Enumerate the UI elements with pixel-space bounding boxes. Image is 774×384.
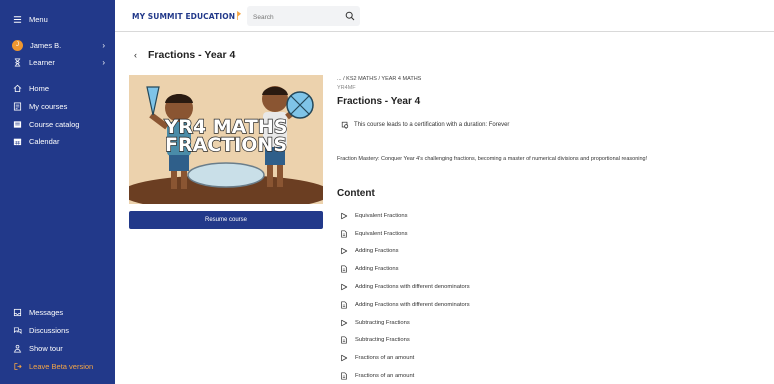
content-item-label: Equivalent Fractions [355, 230, 408, 237]
sidebar-item-label: Leave Beta version [29, 361, 94, 371]
breadcrumb[interactable]: ... / KS2 MATHS / YEAR 4 MATHS [337, 76, 421, 82]
play-icon [340, 354, 348, 362]
search-input[interactable] [247, 7, 337, 28]
content-item-label: Subtracting Fractions [355, 337, 410, 344]
hourglass-icon [12, 57, 22, 67]
sidebar-item-calendar[interactable]: Calendar [0, 133, 115, 149]
content-item-document[interactable]: Subtracting Fractions [340, 332, 540, 350]
certificate-icon [341, 121, 349, 129]
certification-note: This course leads to a certification wit… [341, 121, 509, 129]
sidebar-item-course-catalog[interactable]: Course catalog [0, 116, 115, 132]
leave-beta-icon [12, 361, 22, 371]
content-item-label: Subtracting Fractions [355, 319, 410, 326]
list-icon [12, 101, 22, 111]
role-switcher[interactable]: Learner › [0, 54, 115, 70]
content-item-label: Adding Fractions [355, 248, 399, 255]
sidebar-item-label: My courses [29, 101, 68, 111]
content-heading: Content [337, 188, 375, 199]
message-icon [12, 307, 22, 317]
content-item-label: Adding Fractions with different denomina… [355, 284, 470, 291]
document-icon [340, 336, 348, 345]
chevron-right-icon: › [102, 57, 105, 67]
topbar: MY SUMMIT EDUCATION [115, 0, 774, 32]
play-icon [340, 212, 348, 220]
content-item-label: Fractions of an amount [355, 355, 415, 362]
document-icon [340, 372, 348, 380]
sidebar: Menu J James B. › Learner › Home My cour… [0, 0, 115, 384]
logo[interactable]: MY SUMMIT EDUCATION [132, 11, 242, 21]
sidebar-item-label: Show tour [29, 343, 63, 353]
content-item-label: Adding Fractions [355, 266, 399, 273]
hero-title-line2: FRACTIONS [165, 134, 287, 156]
content-item-label: Fractions of an amount [355, 373, 415, 380]
document-icon [340, 265, 348, 273]
leave-beta-button[interactable]: Leave Beta version [0, 358, 115, 374]
content-item-document[interactable]: Fractions of an amount [340, 367, 540, 384]
content-item-label: Adding Fractions with different denomina… [355, 301, 470, 308]
content-item-document[interactable]: Adding Fractions with different denomina… [340, 296, 540, 314]
course-title: Fractions - Year 4 [337, 96, 421, 107]
content-item-video[interactable]: Adding Fractions [340, 243, 540, 261]
play-icon [340, 247, 348, 255]
course-description: Fraction Mastery: Conquer Year 4's chall… [337, 156, 648, 162]
content-item-video[interactable]: Fractions of an amount [340, 349, 540, 367]
sidebar-item-label: Course catalog [29, 119, 80, 129]
sidebar-item-discussions[interactable]: Discussions [0, 322, 115, 338]
calendar-icon [12, 136, 22, 146]
sidebar-item-label: Calendar [29, 136, 60, 146]
chevron-right-icon: › [102, 40, 105, 50]
play-icon [340, 319, 348, 327]
logo-text: MY SUMMIT EDUCATION [132, 12, 236, 21]
sidebar-item-show-tour[interactable]: Show tour [0, 340, 115, 356]
menu-toggle[interactable]: Menu [0, 11, 115, 27]
sidebar-item-label: Messages [29, 307, 64, 317]
tour-icon [12, 343, 22, 353]
content-item-video[interactable]: Subtracting Fractions [340, 314, 540, 332]
sidebar-item-home[interactable]: Home [0, 80, 115, 96]
sidebar-item-my-courses[interactable]: My courses [0, 98, 115, 114]
sidebar-item-label: Discussions [29, 325, 70, 335]
catalog-icon [12, 119, 22, 129]
resume-course-button[interactable]: Resume course [129, 211, 323, 229]
play-icon [340, 283, 348, 291]
course-code: YR4MF [337, 85, 356, 91]
role-label: Learner [29, 57, 55, 67]
content-item-document[interactable]: Equivalent Fractions [340, 225, 540, 243]
document-icon [340, 230, 348, 238]
sidebar-item-messages[interactable]: Messages [0, 304, 115, 320]
course-illustration: YR4 MATHS FRACTIONS [129, 75, 323, 204]
content-list: Equivalent Fractions Equivalent Fractions… [340, 207, 540, 384]
sidebar-item-label: Home [29, 83, 50, 93]
page-title: Fractions - Year 4 [148, 49, 236, 61]
user-menu[interactable]: J James B. › [0, 37, 115, 53]
user-name: James B. [30, 40, 62, 50]
content-item-video[interactable]: Equivalent Fractions [340, 207, 540, 225]
menu-label: Menu [29, 14, 48, 24]
content-item-label: Equivalent Fractions [355, 212, 408, 219]
document-icon [340, 301, 348, 309]
avatar: J [12, 39, 23, 51]
search-box [247, 6, 360, 28]
hamburger-icon [12, 14, 22, 24]
content-item-video[interactable]: Adding Fractions with different denomina… [340, 278, 540, 296]
search-icon[interactable] [345, 11, 355, 21]
back-chevron-icon[interactable]: ‹ [134, 50, 137, 60]
discussion-icon [12, 325, 22, 335]
flag-icon [237, 11, 242, 20]
content-item-document[interactable]: Adding Fractions [340, 260, 540, 278]
certification-text: This course leads to a certification wit… [354, 122, 510, 128]
home-icon [12, 83, 22, 93]
course-thumbnail: YR4 MATHS FRACTIONS [129, 75, 323, 204]
